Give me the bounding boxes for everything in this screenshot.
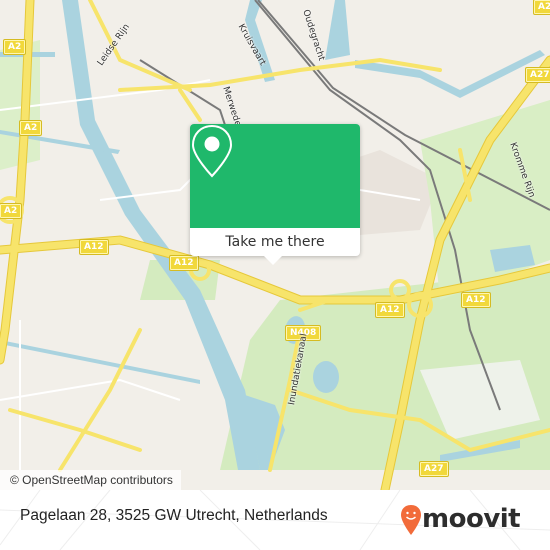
road-shield-a27: A27 <box>420 462 448 476</box>
map-view[interactable]: A2 A2 A2 A12 A12 A12 A12 A27 A27 A27 N40… <box>0 0 550 490</box>
footer-bar: Pagelaan 28, 3525 GW Utrecht, Netherland… <box>0 490 550 550</box>
address-text: Pagelaan 28, 3525 GW Utrecht, Netherland… <box>20 507 328 524</box>
road-shield-a2: A2 <box>20 121 42 135</box>
road-shield-a12: A12 <box>376 303 404 317</box>
take-me-there-button[interactable]: Take me there <box>190 228 360 256</box>
road-shield-a12: A12 <box>80 240 108 254</box>
moovit-wordmark: moovit <box>422 504 521 534</box>
road-shield-a2: A2 <box>0 204 22 218</box>
road-shield-a12: A12 <box>170 256 198 270</box>
road-shield-a2: A2 <box>4 40 26 54</box>
road-shield-a27: A27 <box>526 68 550 82</box>
location-popup: Take me there <box>190 124 360 265</box>
popup-header <box>190 124 360 228</box>
moovit-pin-icon <box>401 505 421 535</box>
popup-pointer <box>263 255 283 265</box>
road-shield-a12: A12 <box>462 293 490 307</box>
map-attribution[interactable]: © OpenStreetMap contributors <box>0 470 181 490</box>
map-pin-icon <box>191 124 233 178</box>
road-shield-a27: A27 <box>534 0 550 14</box>
